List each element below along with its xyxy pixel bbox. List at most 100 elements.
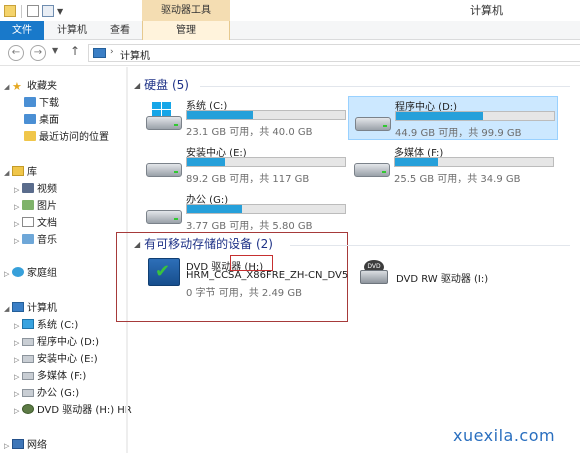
drive-capacity: 23.1 GB 可用，共 40.0 GB bbox=[186, 127, 313, 138]
drive-usage-fill bbox=[187, 111, 254, 119]
tab-view[interactable]: 查看 bbox=[100, 21, 140, 40]
expand-arrow-icon[interactable]: ◢ bbox=[4, 301, 12, 317]
windows-drive-icon bbox=[146, 102, 182, 132]
collapse-arrow-icon[interactable]: ▷ bbox=[14, 403, 22, 419]
drive-usage-fill bbox=[187, 205, 243, 213]
hard-drive-icon bbox=[354, 149, 390, 179]
hard-drive-icon bbox=[22, 338, 34, 346]
dvd-rw-drive-icon[interactable]: DVD bbox=[360, 260, 388, 286]
star-icon: ★ bbox=[12, 80, 22, 93]
nav-item-drive-h[interactable]: ▷ DVD 驱动器 (H:) HR bbox=[14, 403, 132, 419]
customize-toolbar-dropdown-icon[interactable]: ▼ bbox=[57, 7, 63, 16]
nav-item-drive-c[interactable]: ▷ 系统 (C:) bbox=[14, 318, 78, 334]
removable-drive-name[interactable]: DVD RW 驱动器 (I:) bbox=[396, 270, 488, 285]
collapse-arrow-icon[interactable]: ▷ bbox=[14, 216, 22, 232]
nav-item-desktop[interactable]: 桌面 bbox=[24, 113, 59, 129]
drive-capacity: 44.9 GB 可用，共 99.9 GB bbox=[395, 128, 522, 139]
expand-arrow-icon[interactable]: ◢ bbox=[4, 79, 12, 95]
group-divider bbox=[290, 245, 570, 246]
drive-usage-bar bbox=[394, 157, 554, 167]
documents-folder-icon bbox=[22, 217, 34, 227]
nav-computer[interactable]: ◢ 计算机 bbox=[4, 301, 57, 317]
collapse-arrow-icon[interactable]: ▷ bbox=[14, 318, 22, 334]
nav-item-downloads[interactable]: 下载 bbox=[24, 96, 59, 112]
drive-usage-bar bbox=[395, 111, 555, 121]
drive-usage-bar bbox=[186, 204, 346, 214]
nav-item-pictures[interactable]: ▷ 图片 bbox=[14, 199, 57, 215]
drive-usage-fill bbox=[396, 112, 483, 120]
drive-tile-c[interactable]: 系统 (C:) 23.1 GB 可用，共 40.0 GB bbox=[140, 96, 350, 140]
hard-drive-icon bbox=[22, 355, 34, 363]
collapse-arrow-icon[interactable]: ▷ bbox=[14, 386, 22, 402]
drive-tile-e[interactable]: 安装中心 (E:) 89.2 GB 可用，共 117 GB bbox=[140, 143, 350, 187]
breadcrumb-computer[interactable]: 计算机 bbox=[120, 47, 150, 62]
group-header-hard-disks[interactable]: ◢ 硬盘 (5) bbox=[134, 77, 189, 93]
music-folder-icon bbox=[22, 234, 34, 244]
collapse-arrow-icon[interactable]: ▷ bbox=[14, 369, 22, 385]
hard-drive-icon bbox=[146, 196, 182, 226]
hard-drive-icon bbox=[22, 389, 34, 397]
drive-capacity: 3.77 GB 可用，共 5.80 GB bbox=[186, 221, 313, 232]
ribbon-tabs: 文件 计算机 查看 管理 bbox=[0, 21, 580, 40]
videos-folder-icon bbox=[22, 183, 34, 193]
nav-libraries[interactable]: ◢ 库 bbox=[4, 165, 37, 181]
removable-drive-capacity: 0 字节 可用，共 2.49 GB bbox=[186, 288, 302, 299]
title-bar: ▼ 驱动器工具 计算机 bbox=[0, 0, 580, 21]
nav-item-music[interactable]: ▷ 音乐 bbox=[14, 233, 57, 249]
drive-capacity: 89.2 GB 可用，共 117 GB bbox=[186, 174, 310, 185]
nav-item-recent-places[interactable]: 最近访问的位置 bbox=[24, 130, 109, 146]
nav-homegroup[interactable]: ▷ 家庭组 bbox=[4, 266, 57, 282]
forward-button[interactable]: → bbox=[30, 45, 46, 61]
nav-item-documents[interactable]: ▷ 文档 bbox=[14, 216, 57, 232]
up-arrow-icon[interactable]: ↑ bbox=[70, 44, 80, 58]
back-button[interactable]: ← bbox=[8, 45, 24, 61]
drive-tile-f[interactable]: 多媒体 (F:) 25.5 GB 可用，共 34.9 GB bbox=[348, 143, 558, 187]
drive-tile-g[interactable]: 办公 (G:) 3.77 GB 可用，共 5.80 GB bbox=[140, 190, 350, 234]
tab-file[interactable]: 文件 bbox=[0, 21, 44, 40]
group-divider bbox=[200, 86, 570, 87]
nav-favorites[interactable]: ◢ ★ 收藏夹 bbox=[4, 79, 57, 95]
collapse-arrow-icon[interactable]: ▷ bbox=[14, 335, 22, 351]
collapse-arrow-icon[interactable]: ▷ bbox=[14, 352, 22, 368]
new-folder-icon[interactable] bbox=[42, 5, 54, 17]
quick-access-toolbar: ▼ bbox=[4, 3, 63, 19]
checkmark-icon: ✔ bbox=[155, 261, 171, 282]
collapse-arrow-icon[interactable]: ▷ bbox=[14, 233, 22, 249]
address-bar[interactable]: › 计算机 bbox=[88, 44, 580, 62]
expand-arrow-icon[interactable]: ◢ bbox=[4, 165, 12, 181]
hard-drive-icon bbox=[146, 149, 182, 179]
nav-item-drive-g[interactable]: ▷ 办公 (G:) bbox=[14, 386, 79, 402]
dvd-installer-drive-icon[interactable]: ✔ bbox=[148, 258, 180, 286]
nav-item-drive-d[interactable]: ▷ 程序中心 (D:) bbox=[14, 335, 99, 351]
nav-item-drive-e[interactable]: ▷ 安装中心 (E:) bbox=[14, 352, 98, 368]
drive-usage-fill bbox=[395, 158, 438, 166]
dvd-drive-icon bbox=[22, 404, 34, 414]
drive-capacity: 25.5 GB 可用，共 34.9 GB bbox=[394, 174, 521, 185]
nav-item-videos[interactable]: ▷ 视频 bbox=[14, 182, 57, 198]
tab-manage[interactable]: 管理 bbox=[142, 21, 230, 40]
computer-icon bbox=[12, 302, 24, 312]
windows-drive-icon bbox=[22, 319, 34, 329]
collapse-arrow-icon[interactable]: ▷ bbox=[14, 182, 22, 198]
annotation-highlight bbox=[230, 255, 273, 271]
group-header-removable[interactable]: ◢ 有可移动存储的设备 (2) bbox=[134, 236, 273, 252]
network-icon bbox=[12, 439, 24, 449]
collapse-arrow-icon[interactable]: ▷ bbox=[4, 266, 12, 282]
watermark: xuexila.com bbox=[453, 426, 556, 445]
recent-places-icon bbox=[24, 131, 36, 141]
collapse-arrow-icon[interactable]: ▷ bbox=[14, 199, 22, 215]
collapse-arrow-icon[interactable]: ▷ bbox=[4, 438, 12, 453]
breadcrumb-chevron-icon[interactable]: › bbox=[110, 47, 114, 57]
collapse-group-icon[interactable]: ◢ bbox=[134, 81, 140, 90]
nav-item-drive-f[interactable]: ▷ 多媒体 (F:) bbox=[14, 369, 86, 385]
window-title: 计算机 bbox=[470, 4, 503, 17]
folder-icon[interactable] bbox=[4, 5, 16, 17]
drive-usage-bar bbox=[186, 157, 346, 167]
properties-icon[interactable] bbox=[27, 5, 39, 17]
nav-network[interactable]: ▷ 网络 bbox=[4, 438, 47, 453]
collapse-group-icon[interactable]: ◢ bbox=[134, 240, 140, 249]
recent-locations-dropdown-icon[interactable]: ▼ bbox=[52, 46, 58, 55]
tab-computer[interactable]: 计算机 bbox=[50, 21, 94, 40]
drive-tile-d[interactable]: 程序中心 (D:) 44.9 GB 可用，共 99.9 GB bbox=[348, 96, 558, 140]
library-icon bbox=[12, 166, 24, 176]
